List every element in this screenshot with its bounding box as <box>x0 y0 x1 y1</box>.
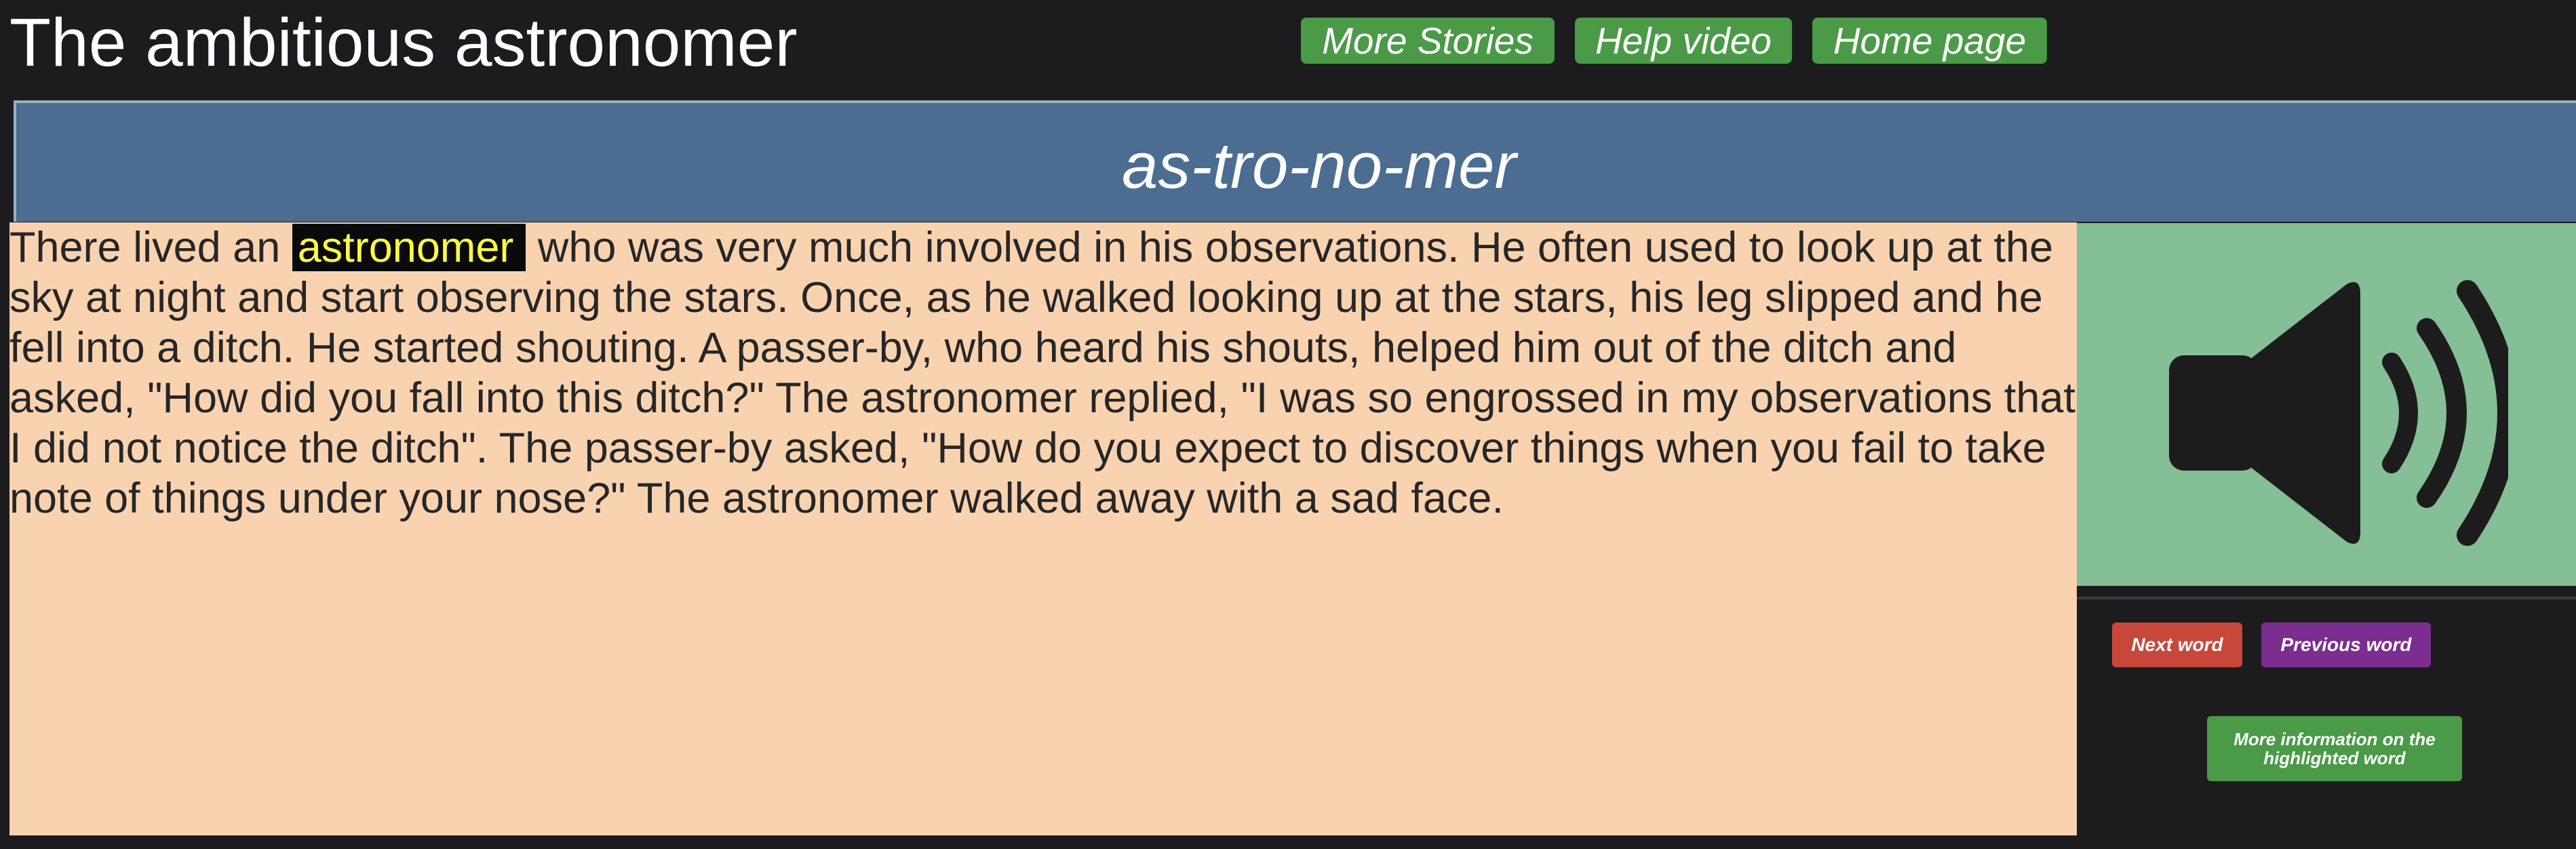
previous-word-button[interactable]: Previous word <box>2261 623 2431 667</box>
story-panel: There lived an astronomer who was very m… <box>9 222 2077 835</box>
syllable-bar: as-tro-no-mer <box>14 100 2576 222</box>
story-text-before: There lived an <box>9 224 292 271</box>
next-word-button[interactable]: Next word <box>2112 623 2242 667</box>
home-page-button[interactable]: Home page <box>1812 18 2047 64</box>
speaker-volume-icon <box>2169 280 2508 546</box>
syllable-text: as-tro-no-mer <box>1122 130 1517 202</box>
speaker-button[interactable] <box>2077 223 2576 586</box>
more-stories-button[interactable]: More Stories <box>1301 18 1555 64</box>
highlighted-word[interactable]: astronomer <box>292 224 526 271</box>
story-text: There lived an astronomer who was very m… <box>9 222 2077 524</box>
more-info-button[interactable]: More information on the highlighted word <box>2207 716 2462 781</box>
side-divider <box>2077 597 2576 599</box>
page-title: The ambitious astronomer <box>9 5 798 81</box>
help-video-button[interactable]: Help video <box>1575 18 1792 64</box>
